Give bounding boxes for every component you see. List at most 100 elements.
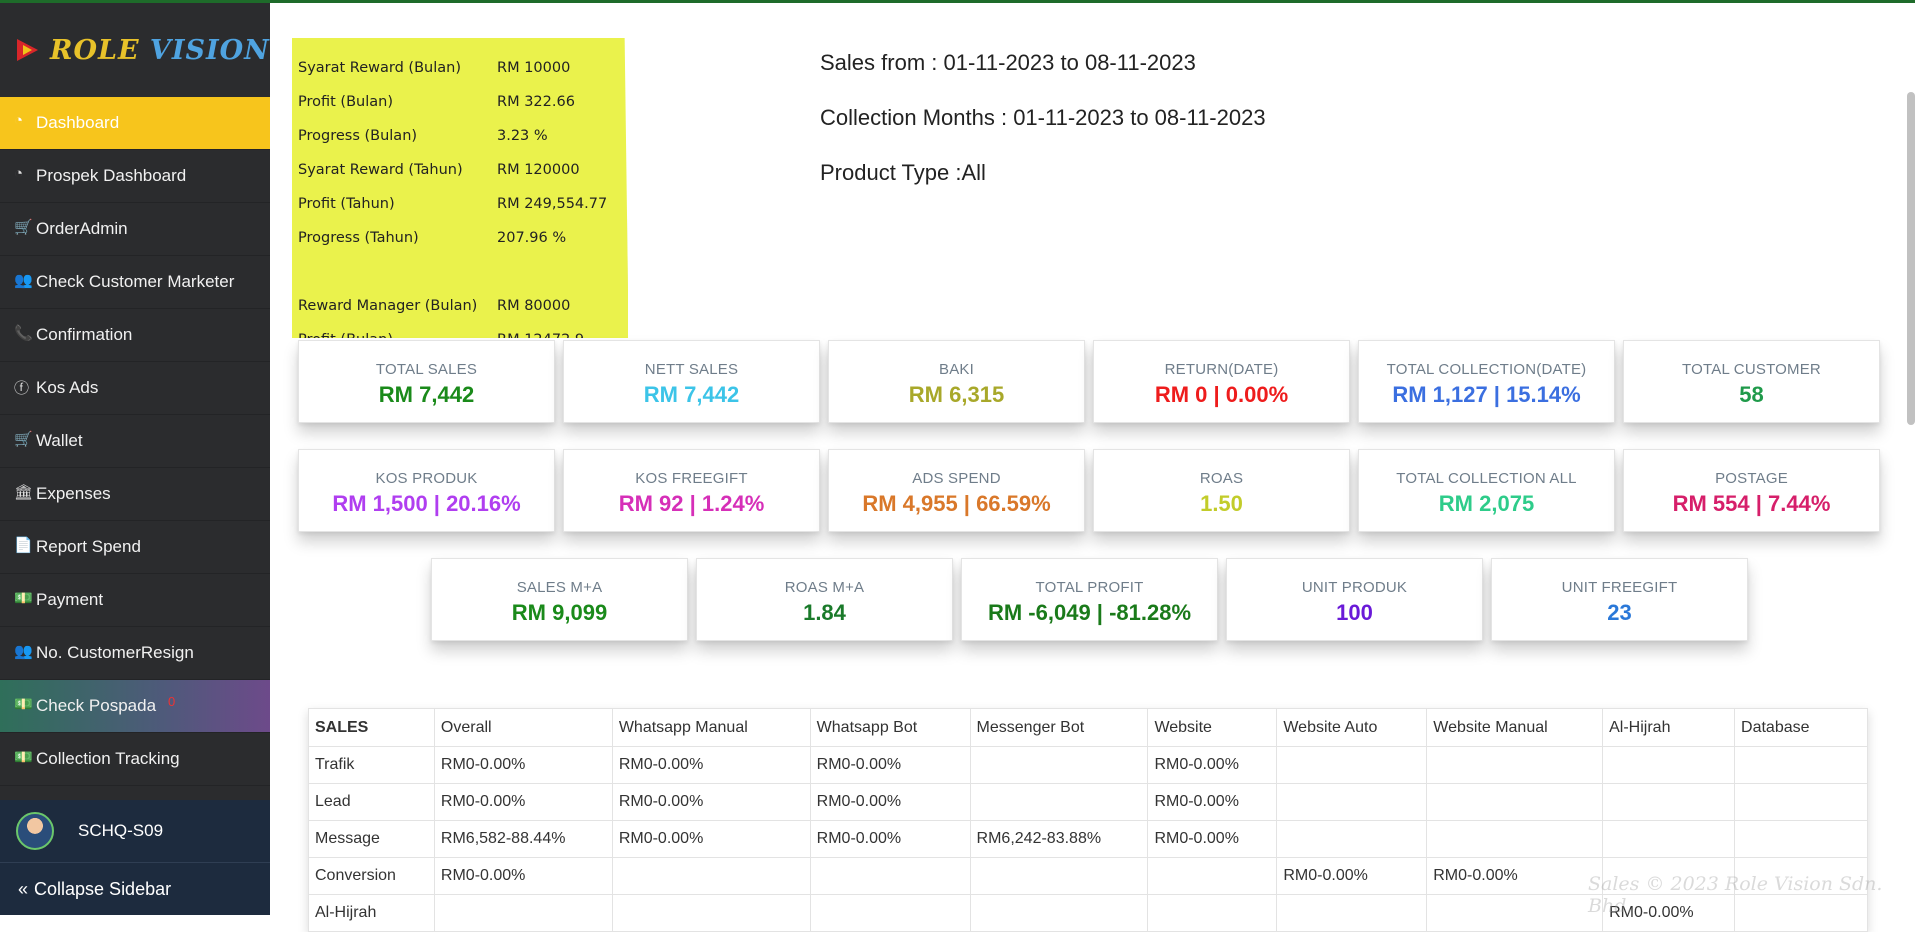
table-cell [1276, 894, 1428, 932]
stat-card-label: RETURN(DATE) [1164, 361, 1279, 378]
note-row: Profit (Tahun) RM 249,554.77 [298, 196, 607, 212]
sales-date-range: Sales from : 01-11-2023 to 08-11-2023 [820, 50, 1196, 75]
sidebar-item-report-spend[interactable]: 📄 Report Spend [0, 521, 270, 574]
sidebar-item-expenses[interactable]: 🏛 Expenses [0, 468, 270, 521]
sidebar-item-check-pospada[interactable]: 💵 Check Pospada 0 [0, 680, 270, 733]
column-header[interactable]: Website Manual [1426, 708, 1604, 747]
table-cell: RM0-0.00% [433, 857, 613, 895]
logo-text: ROLE VISION [50, 35, 270, 66]
sidebar-item-label: Confirmation [36, 325, 133, 344]
table-header-row: SALES Overall Whatsapp Manual Whatsapp Bot M… [308, 708, 1868, 747]
logo-mark-icon [14, 35, 44, 65]
stat-card-roas-m-a: ROAS M+A 1.84 [696, 558, 953, 641]
table-cell: RM0-0.00% [809, 783, 971, 821]
sidebar-item-check-customer-marketer[interactable]: 👥 Check Customer Marketer [0, 256, 270, 309]
table-cell [1276, 746, 1428, 784]
table-row: Trafik RM0-0.00% RM0-0.00% RM0-0.00% RM0-0.0… [308, 746, 1868, 784]
stat-card-label: KOS PRODUK [375, 470, 478, 487]
table-cell: RM6,582-88.44% [433, 820, 613, 858]
sidebar-item-orderadmin[interactable]: 🛒 OrderAdmin [0, 203, 270, 256]
column-header[interactable]: Overall [433, 708, 613, 747]
stat-card-kos-freegift: KOS FREEGIFT RM 92 | 1.24% [563, 449, 820, 532]
notification-badge: 0 [168, 694, 176, 709]
stat-card-value: 23 [1607, 600, 1632, 625]
column-header[interactable]: SALES [308, 708, 435, 747]
table-cell: RM0-0.00% [809, 746, 971, 784]
sidebar: ROLE VISION ◔ Dashboard ◔ Prospek Dashboard… [0, 3, 270, 915]
stat-card-return-date: RETURN(DATE) RM 0 | 0.00% [1093, 340, 1350, 423]
stat-card-nett-sales: NETT SALES RM 7,442 [563, 340, 820, 423]
note-row-value: RM 10000 [497, 60, 571, 76]
sidebar-item-label: Check Customer Marketer [36, 272, 235, 291]
row-label-cell: Conversion [308, 857, 435, 895]
stat-card-value: RM 554 | 7.44% [1672, 491, 1831, 516]
table-cell [1147, 894, 1278, 932]
sidebar-item-label: Kos Ads [36, 378, 99, 397]
user-profile[interactable]: SCHQ-S09 [0, 800, 270, 862]
column-header[interactable]: Database [1734, 708, 1868, 747]
money-icon: 💵 [14, 590, 33, 607]
top-accent-bar [0, 0, 1915, 3]
table-cell: RM0-0.00% [611, 783, 811, 821]
reward-sticky-note: Syarat Reward (Bulan) RM 10000 Profit (Bul… [292, 38, 628, 338]
table-cell: RM0-0.00% [1276, 857, 1428, 895]
logo-text-part2: VISION [139, 34, 270, 66]
column-header[interactable]: Whatsapp Bot [809, 708, 971, 747]
sidebar-item-dashboard[interactable]: ◔ Dashboard [0, 97, 270, 150]
sidebar-item-collection-tracking[interactable]: 💵 Collection Tracking [0, 733, 270, 786]
table-cell [969, 857, 1149, 895]
note-row-label: Progress (Tahun) [298, 230, 419, 246]
sidebar-item-label: Dashboard [36, 113, 120, 132]
sidebar-item-label: Prospek Dashboard [36, 166, 187, 185]
table-cell [1426, 894, 1604, 932]
sidebar-item-label: No. CustomerResign [36, 643, 194, 662]
column-header[interactable]: Website [1147, 708, 1278, 747]
collapse-sidebar-button[interactable]: « Collapse Sidebar [0, 862, 270, 915]
sidebar-item-kos-ads[interactable]: ⓕ Kos Ads [0, 362, 270, 415]
column-header[interactable]: Whatsapp Manual [611, 708, 811, 747]
stat-card-value: 58 [1739, 382, 1764, 407]
note-row: Syarat Reward (Tahun) RM 120000 [298, 162, 580, 178]
sidebar-item-no-customerresign[interactable]: 👥 No. CustomerResign [0, 627, 270, 680]
bank-icon: 🏛 [14, 484, 34, 501]
note-row: Profit (Bulan) RM 322.66 [298, 94, 575, 110]
sidebar-item-label: Report Spend [36, 537, 141, 556]
stat-card-label: UNIT FREEGIFT [1561, 579, 1678, 596]
stat-card-label: NETT SALES [644, 361, 739, 378]
note-row-label: Syarat Reward (Bulan) [298, 60, 461, 76]
sidebar-item-label: Payment [36, 590, 104, 609]
stat-card-label: TOTAL CUSTOMER [1682, 361, 1821, 378]
sidebar-item-confirmation[interactable]: 📞 Confirmation [0, 309, 270, 362]
avatar [16, 812, 54, 850]
sidebar-item-payment[interactable]: 💵 Payment [0, 574, 270, 627]
stat-card-total-collection-date: TOTAL COLLECTION(DATE) RM 1,127 | 15.14% [1358, 340, 1615, 423]
table-cell: RM0-0.00% [433, 746, 613, 784]
stat-card-label: TOTAL COLLECTION ALL [1396, 470, 1577, 487]
column-header[interactable]: Website Auto [1276, 708, 1428, 747]
column-header[interactable]: Messenger Bot [969, 708, 1149, 747]
note-row-value: RM 322.66 [497, 94, 575, 110]
stat-card-roas: ROAS 1.50 [1093, 449, 1350, 532]
stat-card-ads-spend: ADS SPEND RM 4,955 | 66.59% [828, 449, 1085, 532]
note-row-value: RM 249,554.77 [497, 196, 608, 212]
note-row-value: RM 80000 [497, 298, 571, 314]
column-header[interactable]: Al-Hijrah [1602, 708, 1736, 747]
brand-logo[interactable]: ROLE VISION [0, 3, 270, 97]
page-scrollbar[interactable] [1907, 92, 1915, 425]
table-cell [809, 857, 971, 895]
note-row-value: 207.96 % [497, 230, 567, 246]
table-cell [1734, 746, 1868, 784]
stat-card-total-collection-all: TOTAL COLLECTION ALL RM 2,075 [1358, 449, 1615, 532]
sidebar-item-wallet[interactable]: 🛒 Wallet [0, 415, 270, 468]
table-cell: RM0-0.00% [1147, 746, 1278, 784]
sidebar-item-prospek-dashboard[interactable]: ◔ Prospek Dashboard [0, 150, 270, 203]
users-icon: 👥 [14, 272, 33, 289]
table-cell: RM0-0.00% [809, 820, 971, 858]
note-row: Reward Manager (Bulan) RM 80000 [298, 298, 570, 314]
gauge-icon: ◔ [14, 112, 24, 129]
table-cell [1602, 746, 1736, 784]
note-row-label: Profit (Bulan) [298, 94, 393, 110]
stat-card-value: RM 0 | 0.00% [1154, 382, 1289, 407]
row-label-cell: Trafik [308, 746, 435, 784]
table-cell [1426, 820, 1604, 858]
